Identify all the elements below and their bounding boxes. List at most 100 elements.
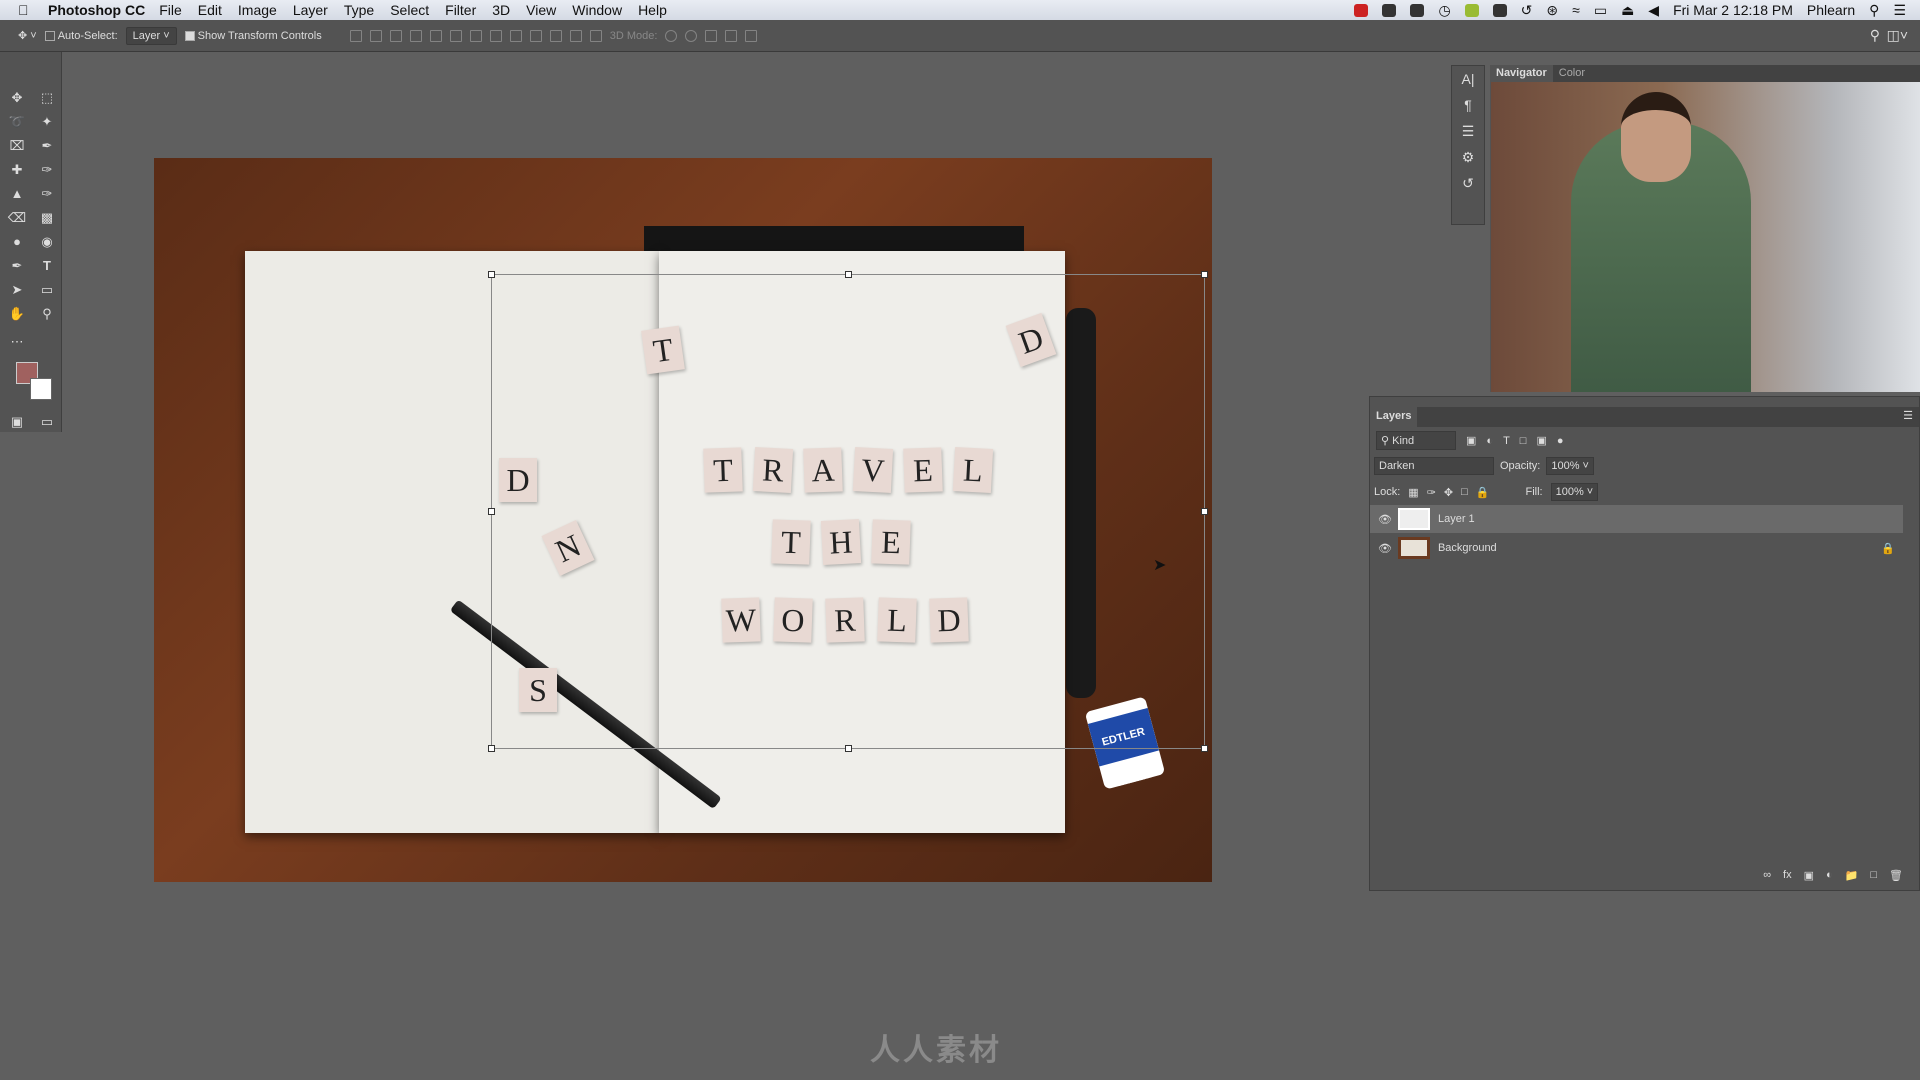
distribute-right-icon[interactable]: [569, 29, 582, 42]
clock-icon[interactable]: ◷: [1438, 2, 1450, 19]
history-panel-icon[interactable]: ↺: [1452, 170, 1484, 196]
path-select-icon[interactable]: ➤: [6, 280, 28, 300]
layer-filter-dropdown[interactable]: ⚲ Kind: [1376, 431, 1456, 450]
filter-shape-icon[interactable]: □: [1520, 435, 1527, 447]
airplay-icon[interactable]: ▭: [1594, 2, 1607, 19]
menu-select[interactable]: Select: [390, 2, 429, 18]
transform-handle[interactable]: [488, 508, 495, 515]
transform-handle[interactable]: [845, 271, 852, 278]
blend-mode-dropdown[interactable]: Darken: [1374, 457, 1494, 475]
navigator-preview[interactable]: [1491, 82, 1920, 392]
auto-align-icon[interactable]: [589, 29, 602, 42]
filter-type-icon[interactable]: T: [1503, 435, 1510, 447]
transform-handle[interactable]: [1201, 508, 1208, 515]
distribute-bottom-icon[interactable]: [509, 29, 522, 42]
lock-position-icon[interactable]: ✥: [1444, 486, 1453, 499]
link-layers-icon[interactable]: ∞: [1763, 869, 1771, 882]
3d-scale-icon[interactable]: [745, 29, 758, 42]
status-app-icon[interactable]: [1464, 3, 1479, 17]
menu-help[interactable]: Help: [638, 2, 667, 18]
3d-slide-icon[interactable]: [725, 29, 738, 42]
clock-text[interactable]: Fri Mar 2 12:18 PM: [1673, 2, 1793, 18]
time-machine-icon[interactable]: ↺: [1521, 2, 1533, 19]
type-tool-icon[interactable]: T: [36, 256, 58, 276]
distribute-top-icon[interactable]: [469, 29, 482, 42]
adjustment-layer-icon[interactable]: ◐: [1826, 869, 1833, 882]
background-color-swatch[interactable]: [30, 378, 52, 400]
notification-icon[interactable]: ☰: [1893, 2, 1906, 19]
user-name[interactable]: Phlearn: [1807, 2, 1855, 18]
layer-row-layer-1[interactable]: 👁 Layer 1: [1370, 505, 1903, 533]
transform-handle[interactable]: [488, 745, 495, 752]
search-icon[interactable]: ⚲: [1870, 27, 1880, 44]
delete-layer-icon[interactable]: 🗑: [1889, 869, 1903, 882]
transform-handle[interactable]: [845, 745, 852, 752]
new-group-icon[interactable]: 📁: [1845, 869, 1859, 882]
brush-tool-icon[interactable]: ✑: [36, 160, 58, 180]
tab-color[interactable]: Color: [1553, 65, 1591, 82]
layers-panel-title[interactable]: Layers: [1370, 407, 1418, 427]
panel-menu-icon[interactable]: ☰: [1903, 409, 1913, 422]
shape-tool-icon[interactable]: ▭: [36, 280, 58, 300]
quick-mask-icon[interactable]: ▣: [6, 412, 28, 432]
menu-image[interactable]: Image: [238, 2, 277, 18]
opacity-field[interactable]: 100% ˅: [1546, 457, 1594, 475]
filter-pixel-icon[interactable]: ▣: [1466, 434, 1476, 447]
add-mask-icon[interactable]: ▣: [1804, 869, 1814, 882]
distribute-vcenter-icon[interactable]: [489, 29, 502, 42]
lock-all-icon[interactable]: 🔒: [1476, 486, 1490, 499]
adjustments-panel-icon[interactable]: ⚙: [1452, 144, 1484, 170]
lock-transparent-icon[interactable]: ▦: [1408, 486, 1418, 499]
align-top-icon[interactable]: [349, 29, 362, 42]
tab-navigator[interactable]: Navigator: [1490, 65, 1553, 82]
menu-type[interactable]: Type: [344, 2, 374, 18]
eyedropper-icon[interactable]: ✒: [36, 136, 58, 156]
align-bottom-icon[interactable]: [389, 29, 402, 42]
menu-layer[interactable]: Layer: [293, 2, 328, 18]
magic-wand-icon[interactable]: ✦: [36, 112, 58, 132]
move-tool-icon[interactable]: ✥: [6, 88, 28, 108]
align-hcenter-icon[interactable]: [429, 29, 442, 42]
filter-adjustment-icon[interactable]: ◐: [1486, 435, 1493, 447]
more-tools-icon[interactable]: ⋯: [6, 332, 28, 352]
show-transform-checkbox[interactable]: Show Transform Controls: [184, 30, 322, 42]
hand-tool-icon[interactable]: ✋: [6, 304, 28, 324]
lock-artboard-icon[interactable]: □: [1461, 486, 1468, 498]
align-left-icon[interactable]: [409, 29, 422, 42]
marquee-tool-icon[interactable]: ⬚: [36, 88, 58, 108]
character-panel-icon[interactable]: A|: [1452, 66, 1484, 92]
crop-tool-icon[interactable]: ⌧: [6, 136, 28, 156]
lasso-tool-icon[interactable]: ➰: [6, 112, 28, 132]
menu-edit[interactable]: Edit: [198, 2, 222, 18]
eject-icon[interactable]: ⏏: [1621, 2, 1634, 19]
apple-icon[interactable]: : [18, 2, 40, 18]
transform-handle[interactable]: [1201, 745, 1208, 752]
menu-3d[interactable]: 3D: [492, 2, 510, 18]
eraser-tool-icon[interactable]: ⌫: [6, 208, 28, 228]
3d-orbit-icon[interactable]: [665, 29, 678, 42]
wifi-icon[interactable]: ≈: [1572, 2, 1580, 18]
3d-pan-icon[interactable]: [705, 29, 718, 42]
layer-name[interactable]: Layer 1: [1438, 513, 1475, 525]
dodge-tool-icon[interactable]: ◉: [36, 232, 58, 252]
menu-window[interactable]: Window: [572, 2, 622, 18]
distribute-left-icon[interactable]: [529, 29, 542, 42]
menu-view[interactable]: View: [526, 2, 556, 18]
layer-row-background[interactable]: 👁 Background 🔒: [1370, 534, 1903, 562]
menu-filter[interactable]: Filter: [445, 2, 476, 18]
app-name[interactable]: Photoshop CC: [48, 2, 145, 18]
layer-name[interactable]: Background: [1438, 542, 1497, 554]
visibility-eye-icon[interactable]: 👁: [1378, 542, 1392, 555]
status-app-icon[interactable]: [1492, 3, 1507, 17]
align-right-icon[interactable]: [449, 29, 462, 42]
lock-pixels-icon[interactable]: ✑: [1427, 486, 1436, 499]
distribute-hcenter-icon[interactable]: [549, 29, 562, 42]
new-layer-icon[interactable]: □: [1870, 869, 1877, 882]
battery-icon[interactable]: [1410, 3, 1425, 17]
transform-handle[interactable]: [488, 271, 495, 278]
align-vcenter-icon[interactable]: [369, 29, 382, 42]
properties-panel-icon[interactable]: ☰: [1452, 118, 1484, 144]
volume-icon[interactable]: ◀: [1648, 2, 1659, 19]
transform-handle[interactable]: [1201, 271, 1208, 278]
move-tool-icon[interactable]: ✥ ˅: [18, 29, 37, 42]
